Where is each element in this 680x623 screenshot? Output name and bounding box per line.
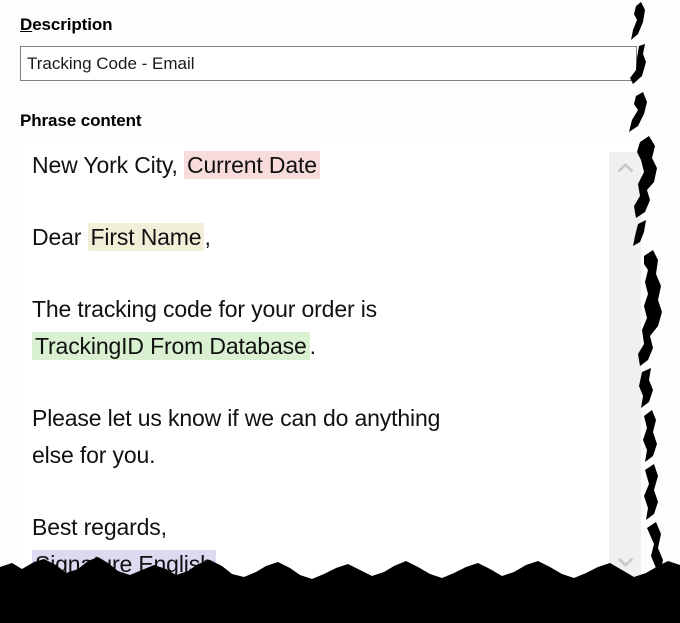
description-label-text: escription bbox=[32, 15, 113, 34]
phrase-line: New York City, Current Date bbox=[32, 147, 602, 184]
phrase-text-run: Please let us know if we can do anything bbox=[32, 405, 441, 431]
placeholder-token[interactable]: TrackingID From Database bbox=[32, 332, 310, 360]
phrase-line: else for you. bbox=[32, 437, 602, 474]
phrase-content-body: New York City, Current Date Dear First Na… bbox=[32, 147, 602, 577]
phrase-content-label: Phrase content bbox=[20, 111, 142, 130]
phrase-text-run: , bbox=[204, 224, 211, 250]
phrase-text-run: . bbox=[309, 333, 316, 359]
phrase-line: The tracking code for your order is bbox=[32, 291, 602, 328]
phrase-line: Best regards, bbox=[32, 509, 602, 546]
chevron-up-icon bbox=[617, 162, 633, 172]
chevron-down-icon bbox=[617, 557, 633, 567]
scrollbar-down-button[interactable] bbox=[609, 547, 641, 577]
phrase-line: Dear First Name, bbox=[32, 219, 602, 256]
placeholder-token[interactable]: First Name bbox=[87, 223, 205, 251]
phrase-text-run: Dear bbox=[32, 224, 88, 250]
phrase-content-textarea[interactable]: New York City, Current Date Dear First Na… bbox=[18, 141, 638, 577]
phrase-text-run: Best regards, bbox=[32, 514, 167, 540]
phrase-line: Signature English bbox=[32, 546, 602, 577]
phrase-text-run: else for you. bbox=[32, 442, 156, 468]
phrase-text-run: The tracking code for your order is bbox=[32, 296, 378, 322]
scrollbar-up-button[interactable] bbox=[609, 152, 641, 182]
phrase-editor-panel: Description Phrase content New York City… bbox=[0, 0, 680, 623]
description-input[interactable] bbox=[20, 46, 637, 81]
placeholder-token[interactable]: Signature English bbox=[32, 550, 216, 577]
phrase-line: TrackingID From Database. bbox=[32, 328, 602, 365]
phrase-line: Please let us know if we can do anything bbox=[32, 400, 602, 437]
description-label: Description bbox=[20, 15, 113, 35]
phrase-text-run: New York City, bbox=[32, 152, 184, 178]
phrase-content-scrollbar[interactable] bbox=[609, 152, 641, 577]
placeholder-token[interactable]: Current Date bbox=[184, 151, 320, 179]
description-label-accelerator: D bbox=[20, 15, 33, 34]
